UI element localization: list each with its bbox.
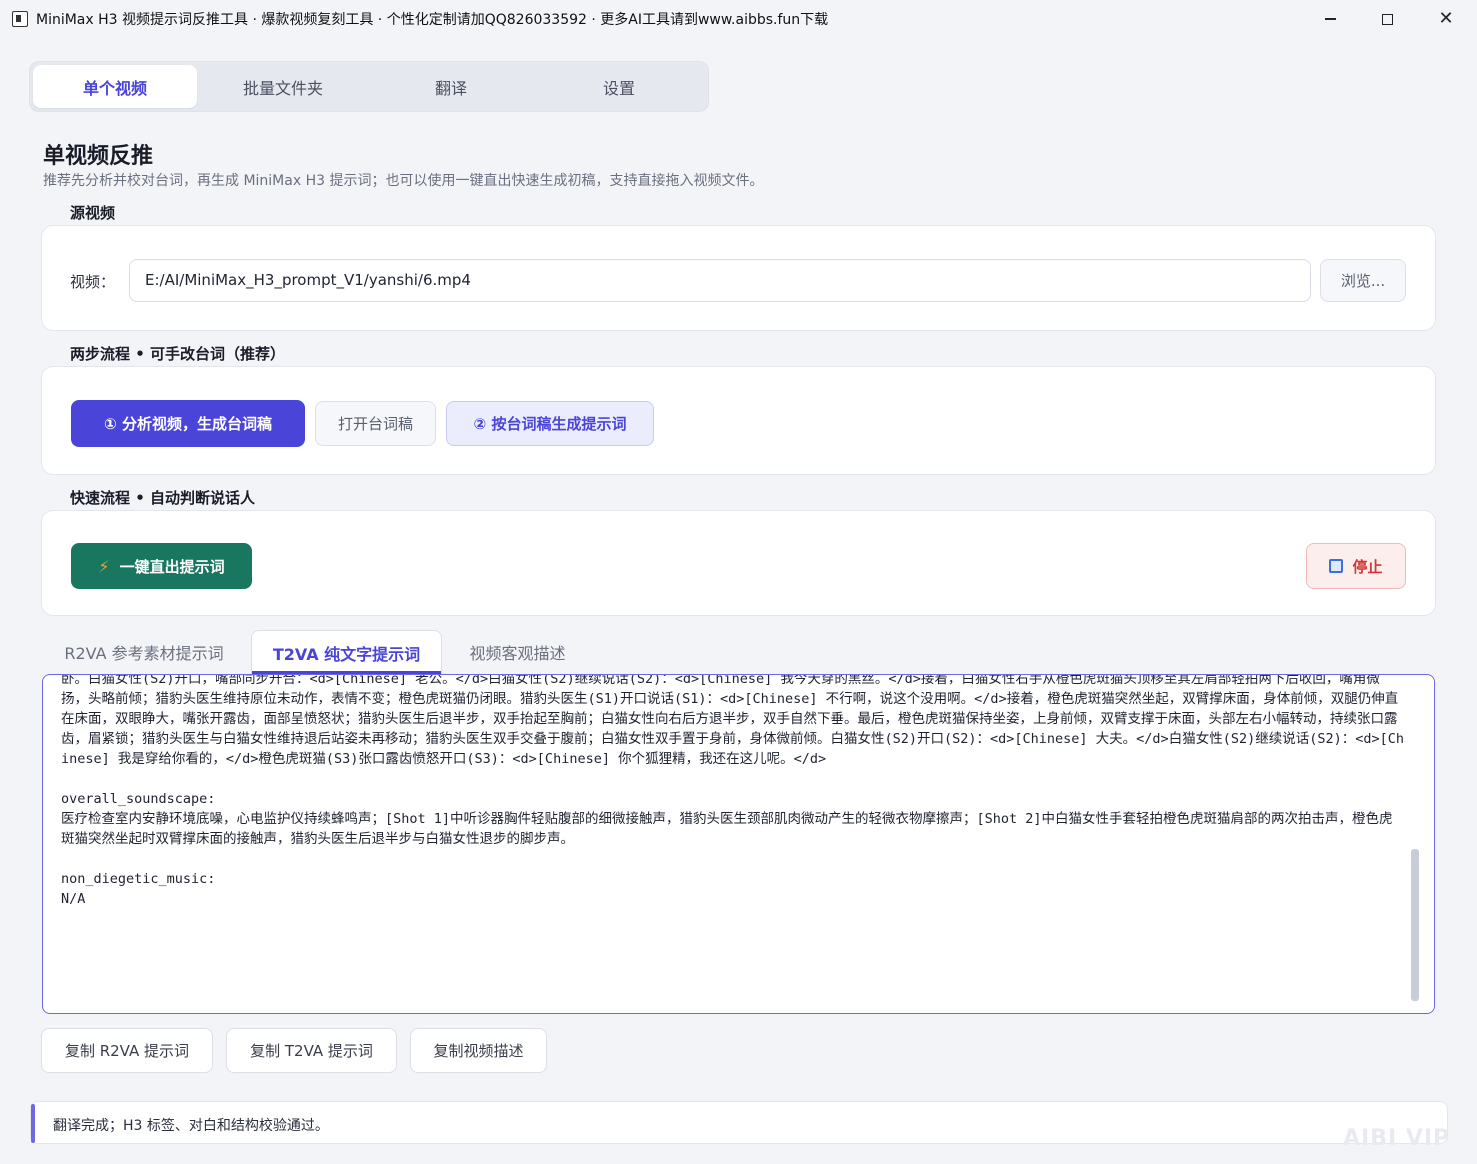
watermark: AIBI VIP — [1343, 1126, 1451, 1151]
copy-description-button[interactable]: 复制视频描述 — [410, 1028, 547, 1073]
result-text: 侧白猫女性弯腰靠近橙色虎斑猫；无影灯居画面上方中央，背景为浅蓝墙面、心电监护仪与… — [61, 674, 1404, 907]
result-scrollbar[interactable] — [1411, 849, 1419, 1001]
stop-button[interactable]: 停止 — [1306, 543, 1406, 589]
minimize-icon — [1324, 18, 1336, 20]
tab-translate[interactable]: 翻译 — [369, 65, 533, 108]
status-accent — [31, 1104, 35, 1143]
maximize-button[interactable] — [1358, 0, 1416, 38]
analyze-video-button[interactable]: ① 分析视频，生成台词稿 — [71, 400, 305, 447]
app-icon — [12, 11, 28, 27]
one-click-label: 一键直出提示词 — [119, 557, 225, 576]
close-button[interactable]: ✕ — [1417, 0, 1475, 38]
tab-video-description[interactable]: 视频客观描述 — [449, 630, 586, 674]
tab-r2va[interactable]: R2VA 参考素材提示词 — [44, 630, 244, 674]
browse-button[interactable]: 浏览... — [1320, 259, 1406, 302]
two-step-group-label: 两步流程 • 可手改台词（推荐） — [62, 343, 296, 365]
stop-label: 停止 — [1352, 557, 1383, 576]
copy-t2va-button[interactable]: 复制 T2VA 提示词 — [226, 1028, 397, 1073]
lightning-icon: ⚡ — [98, 556, 110, 576]
page-title: 单视频反推 — [43, 144, 154, 169]
video-field-label: 视频： — [70, 273, 116, 291]
source-group-label: 源视频 — [62, 202, 126, 224]
open-script-button[interactable]: 打开台词稿 — [315, 401, 436, 446]
one-click-button[interactable]: ⚡ 一键直出提示词 — [71, 543, 252, 589]
tab-batch-folder[interactable]: 批量文件夹 — [201, 65, 365, 108]
page-subtitle: 推荐先分析并校对台词，再生成 MiniMax H3 提示词；也可以使用一键直出快… — [43, 173, 764, 189]
tab-single-video[interactable]: 单个视频 — [33, 65, 197, 108]
status-bar: 翻译完成；H3 标签、对白和结构校验通过。 — [30, 1101, 1448, 1144]
window-title: MiniMax H3 视频提示词反推工具 · 爆款视频复刻工具 · 个性化定制请… — [36, 12, 829, 28]
video-path-input[interactable]: E:/AI/MiniMax_H3_prompt_V1/yanshi/6.mp4 — [129, 259, 1311, 302]
title-bar: MiniMax H3 视频提示词反推工具 · 爆款视频复刻工具 · 个性化定制请… — [0, 0, 1477, 38]
main-nav: 单个视频 批量文件夹 翻译 设置 — [29, 61, 709, 112]
maximize-icon — [1381, 13, 1393, 25]
quick-group-label: 快速流程 • 自动判断说话人 — [62, 487, 266, 509]
tab-t2va[interactable]: T2VA 纯文字提示词 — [251, 630, 442, 674]
tab-settings[interactable]: 设置 — [537, 65, 701, 108]
minimize-button[interactable] — [1301, 0, 1359, 38]
stop-icon — [1329, 559, 1344, 573]
copy-r2va-button[interactable]: 复制 R2VA 提示词 — [41, 1028, 213, 1073]
result-text-area[interactable]: 侧白猫女性弯腰靠近橙色虎斑猫；无影灯居画面上方中央，背景为浅蓝墙面、心电监护仪与… — [42, 674, 1435, 1014]
status-text: 翻译完成；H3 标签、对白和结构校验通过。 — [53, 1118, 329, 1134]
close-icon: ✕ — [1438, 8, 1454, 29]
generate-prompt-button[interactable]: ② 按台词稿生成提示词 — [446, 401, 654, 446]
